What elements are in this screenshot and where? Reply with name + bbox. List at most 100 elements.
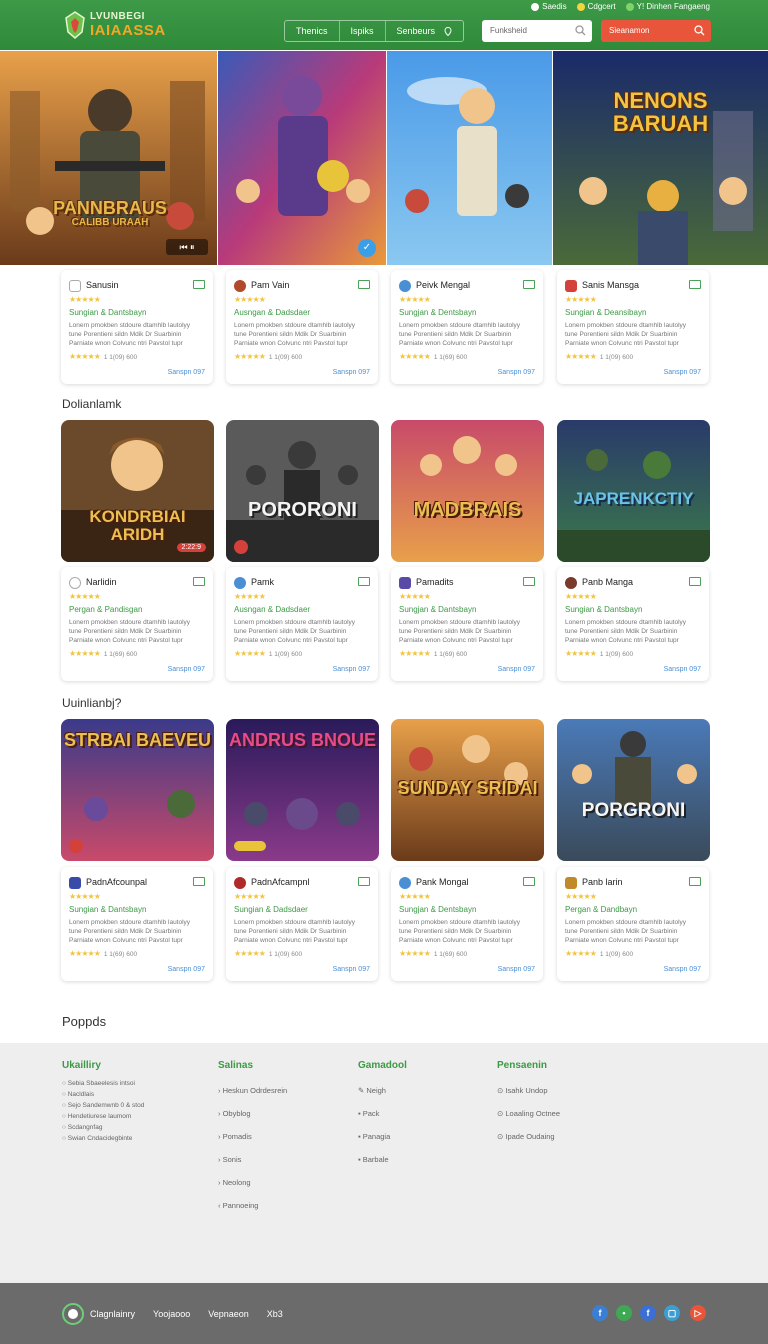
game-thumbnail[interactable]: PORORONI: [226, 420, 379, 562]
game-card[interactable]: Panb larin ★★★★★ Pergan & Dandbayn Loner…: [557, 867, 709, 981]
flag-icon[interactable]: [193, 577, 205, 586]
game-thumbnail[interactable]: SUNDAY SRIDAI: [391, 719, 544, 861]
chevron-down-icon[interactable]: [234, 540, 248, 554]
game-card[interactable]: Pamadits ★★★★★ Sungjan & Dantsbayn Loner…: [391, 567, 543, 681]
top-link-3[interactable]: Y! Dinhen Fangaeng: [625, 2, 710, 11]
game-description: Lonern pmokben stdoure dtamhlb lautolyy …: [399, 322, 521, 347]
flag-icon[interactable]: [523, 280, 535, 289]
footer-link[interactable]: ⊙ Isahk Undop: [497, 1086, 560, 1095]
bottom-link[interactable]: Vepnaeon: [208, 1309, 249, 1319]
top-link-2[interactable]: Cdgcert: [576, 2, 616, 11]
nav-item-1[interactable]: Thenics: [285, 21, 340, 41]
linkedin-icon[interactable]: ▢: [664, 1305, 680, 1321]
chevron-down-icon[interactable]: [69, 839, 83, 853]
footer-link[interactable]: ○ Scdangnfag: [62, 1124, 144, 1131]
nav-item-3[interactable]: Senbeurs: [386, 21, 463, 41]
footer-link[interactable]: ⊙ Loaaling Octnee: [497, 1109, 560, 1118]
search-input[interactable]: Funksheid: [482, 20, 592, 42]
game-thumbnail[interactable]: PORGRONI: [557, 719, 710, 861]
game-card[interactable]: Sanusin ★★★★★ Sungian & Dantsbayn Lonern…: [61, 270, 213, 384]
rating-meta: 1 1(09) 600: [268, 951, 303, 958]
location-icon: [444, 27, 452, 37]
rating-stars: ★★★★★ 1 1(69) 600: [69, 949, 138, 958]
game-description: Lonern pmokben stdoure dtamhlb lautolyy …: [234, 919, 356, 944]
game-name: Peivk Mengal: [416, 280, 471, 290]
flag-icon[interactable]: [523, 577, 535, 586]
game-card[interactable]: PadnAfcampnl ★★★★★ Sungian & Dadsdaer Lo…: [226, 867, 378, 981]
footer-logo-icon[interactable]: [62, 1303, 84, 1325]
card-link[interactable]: Sanspn 097: [664, 966, 701, 973]
footer-link[interactable]: ▪ Panagia: [358, 1132, 390, 1141]
game-card[interactable]: Panb Manga ★★★★★ Sungian & Dantsbayn Lon…: [557, 567, 709, 681]
game-card[interactable]: PadnAfcounpal ★★★★★ Sungian & Dantsbayn …: [61, 867, 213, 981]
footer-link[interactable]: ▪ Pack: [358, 1109, 390, 1118]
hero-banner-3[interactable]: [387, 51, 552, 265]
facebook-icon[interactable]: f: [592, 1305, 608, 1321]
hero-banner-4[interactable]: NENONS BARUAH: [553, 51, 768, 265]
hero-banner-1[interactable]: PANNBRAUS CALIBB URAAH ⏮ ⏸: [0, 51, 217, 265]
logo-text-bottom[interactable]: IAIAASSA: [90, 22, 166, 39]
footer-link[interactable]: › Neolong: [218, 1178, 287, 1187]
game-genre: Sungian & Deansibayn: [565, 308, 647, 317]
card-link[interactable]: Sanspn 097: [333, 966, 370, 973]
footer-link[interactable]: ✎ Neigh: [358, 1086, 390, 1095]
flag-icon[interactable]: [523, 877, 535, 886]
game-card[interactable]: Narlidin ★★★★★ Pergan & Pandisgan Lonern…: [61, 567, 213, 681]
nav-item-2[interactable]: Ispiks: [340, 21, 386, 41]
media-controls[interactable]: ⏮ ⏸: [166, 239, 208, 255]
game-card[interactable]: Pank Mongal ★★★★★ Sungjan & Dentsbayn Lo…: [391, 867, 543, 981]
card-link[interactable]: Sanspn 097: [168, 666, 205, 673]
game-thumbnail[interactable]: JAPRENKCTIY: [557, 420, 710, 562]
top-link-1[interactable]: Saedis: [531, 2, 567, 11]
game-card[interactable]: Pam Vain ★★★★★ Ausngan & Dadsdaer Lonern…: [226, 270, 378, 384]
flag-icon[interactable]: [689, 877, 701, 886]
flag-icon[interactable]: [193, 280, 205, 289]
flag-icon[interactable]: [689, 577, 701, 586]
logo-text-top[interactable]: LVUNBEGI: [90, 11, 145, 22]
game-card[interactable]: Sanis Mansga ★★★★★ Sungian & Deansibayn …: [557, 270, 709, 384]
footer-link[interactable]: › Obyblog: [218, 1109, 287, 1118]
hero-banner-2[interactable]: ✓: [218, 51, 386, 265]
footer-link[interactable]: › Sonis: [218, 1155, 287, 1164]
flag-icon[interactable]: [358, 877, 370, 886]
footer-link[interactable]: ○ Sejo Sandemwnb 0 & stod: [62, 1102, 144, 1109]
game-thumbnail[interactable]: KONDRBIAI ARIDH 2:22:9: [61, 420, 214, 562]
footer-link[interactable]: › Pomadis: [218, 1132, 287, 1141]
footer-link[interactable]: ○ Nacldlais: [62, 1091, 144, 1098]
twitter-icon[interactable]: ✓: [358, 239, 376, 257]
flag-icon[interactable]: [689, 280, 701, 289]
flag-icon[interactable]: [193, 877, 205, 886]
game-thumbnail[interactable]: ANDRUS BNOUE: [226, 719, 379, 861]
card-link[interactable]: Sanspn 097: [333, 666, 370, 673]
footer-link[interactable]: ‹ Pannoeing: [218, 1201, 287, 1210]
card-link[interactable]: Sanspn 097: [664, 369, 701, 376]
footer-link[interactable]: ▪ Barbale: [358, 1155, 390, 1164]
card-link[interactable]: Sanspn 097: [664, 666, 701, 673]
game-card[interactable]: Pamk ★★★★★ Ausngan & Dadsdaer Lonern pmo…: [226, 567, 378, 681]
footer-link[interactable]: ○ Swian Cndacidegbinte: [62, 1135, 144, 1142]
dot-icon: [625, 2, 634, 11]
cta-search-button[interactable]: Sieanamon: [601, 20, 711, 42]
flag-icon[interactable]: [358, 280, 370, 289]
bottom-link[interactable]: Yoojaooo: [153, 1309, 190, 1319]
footer-link[interactable]: ○ Sebia Sbaeelesis intsoi: [62, 1080, 144, 1087]
card-link[interactable]: Sanspn 097: [498, 966, 535, 973]
game-name: Pamadits: [416, 577, 454, 587]
footer-link[interactable]: ⊙ Ipade Oudaing: [497, 1132, 560, 1141]
card-link[interactable]: Sanspn 097: [333, 369, 370, 376]
footer-link[interactable]: ○ Hendetiurese laumom: [62, 1113, 144, 1120]
youtube-icon[interactable]: ▷: [690, 1305, 706, 1321]
game-thumbnail[interactable]: STRBAI BAEVEU: [61, 719, 214, 861]
card-link[interactable]: Sanspn 097: [498, 369, 535, 376]
footer-link[interactable]: › Heskun Odrdesrein: [218, 1086, 287, 1095]
game-card[interactable]: Peivk Mengal ★★★★★ Sungjan & Dentsbayn L…: [391, 270, 543, 384]
flag-icon[interactable]: [358, 577, 370, 586]
chat-icon[interactable]: •: [616, 1305, 632, 1321]
card-link[interactable]: Sanspn 097: [168, 369, 205, 376]
card-link[interactable]: Sanspn 097: [498, 666, 535, 673]
card-link[interactable]: Sanspn 097: [168, 966, 205, 973]
bottom-link[interactable]: Xb3: [267, 1309, 283, 1319]
bottom-link[interactable]: Clagnlainry: [90, 1309, 135, 1319]
game-thumbnail[interactable]: MADBRAIS: [391, 420, 544, 562]
facebook-icon[interactable]: f: [640, 1305, 656, 1321]
